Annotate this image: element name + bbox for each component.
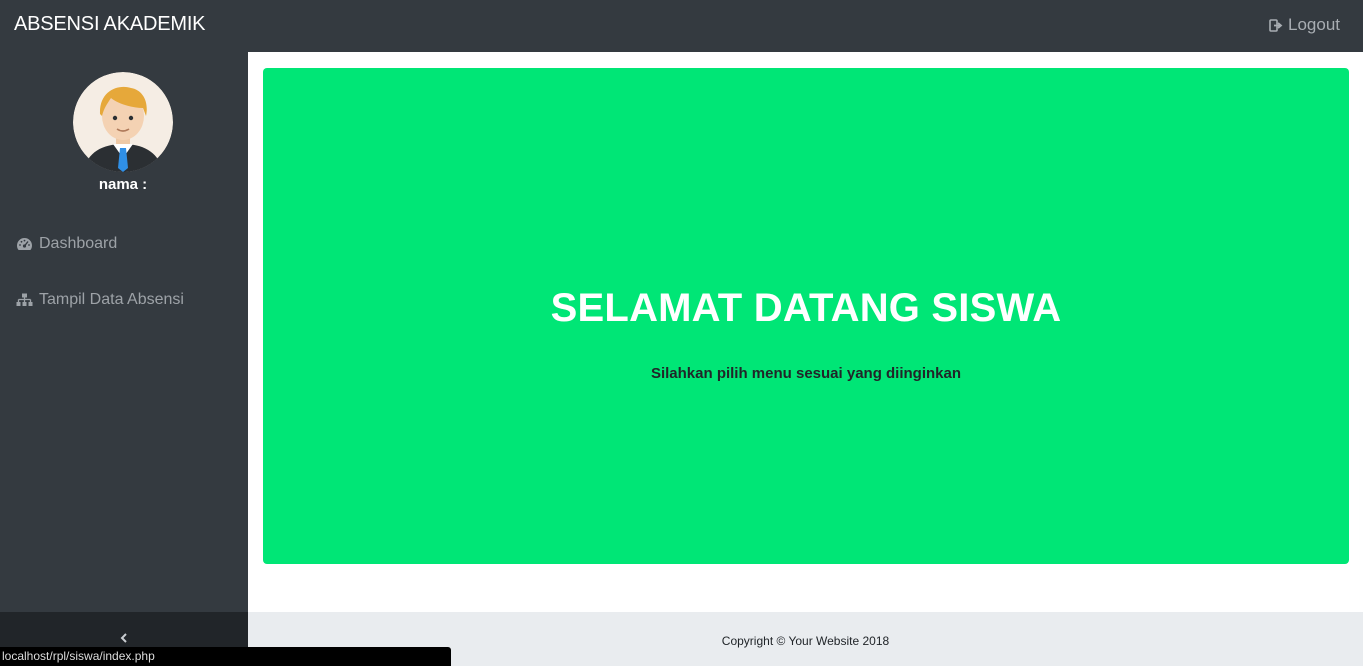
sidebar: nama : Dashboard Tampil Data Absensi — [0, 52, 248, 612]
dashboard-gauge-icon — [17, 238, 32, 250]
logout-button[interactable]: Logout — [1269, 15, 1340, 35]
welcome-subtitle: Silahkan pilih menu sesuai yang diingink… — [650, 365, 962, 382]
sitemap-icon — [16, 293, 33, 306]
sidebar-item-dashboard[interactable]: Dashboard — [16, 235, 117, 253]
main-content: SELAMAT DATANG SISWA Silahkan pilih menu… — [248, 52, 1363, 612]
copyright-text: Copyright © Your Website 2018 — [721, 634, 890, 648]
chevron-left-icon — [120, 633, 127, 643]
welcome-title: SELAMAT DATANG SISWA — [550, 286, 1062, 330]
sidebar-item-label: Tampil Data Absensi — [39, 291, 184, 308]
top-navbar: ABSENSI AKADEMIK Logout — [0, 0, 1363, 52]
brand-title[interactable]: ABSENSI AKADEMIK — [14, 13, 206, 36]
sidebar-item-tampil-data-absensi[interactable]: Tampil Data Absensi — [16, 291, 184, 309]
logout-label: Logout — [1288, 15, 1340, 34]
status-bar-url: localhost/rpl/siswa/index.php — [0, 647, 451, 666]
welcome-banner: SELAMAT DATANG SISWA Silahkan pilih menu… — [263, 68, 1349, 564]
avatar — [73, 72, 173, 172]
sidebar-item-label: Dashboard — [39, 235, 118, 252]
user-name-label: nama : — [98, 176, 148, 193]
sign-out-icon — [1269, 18, 1283, 32]
